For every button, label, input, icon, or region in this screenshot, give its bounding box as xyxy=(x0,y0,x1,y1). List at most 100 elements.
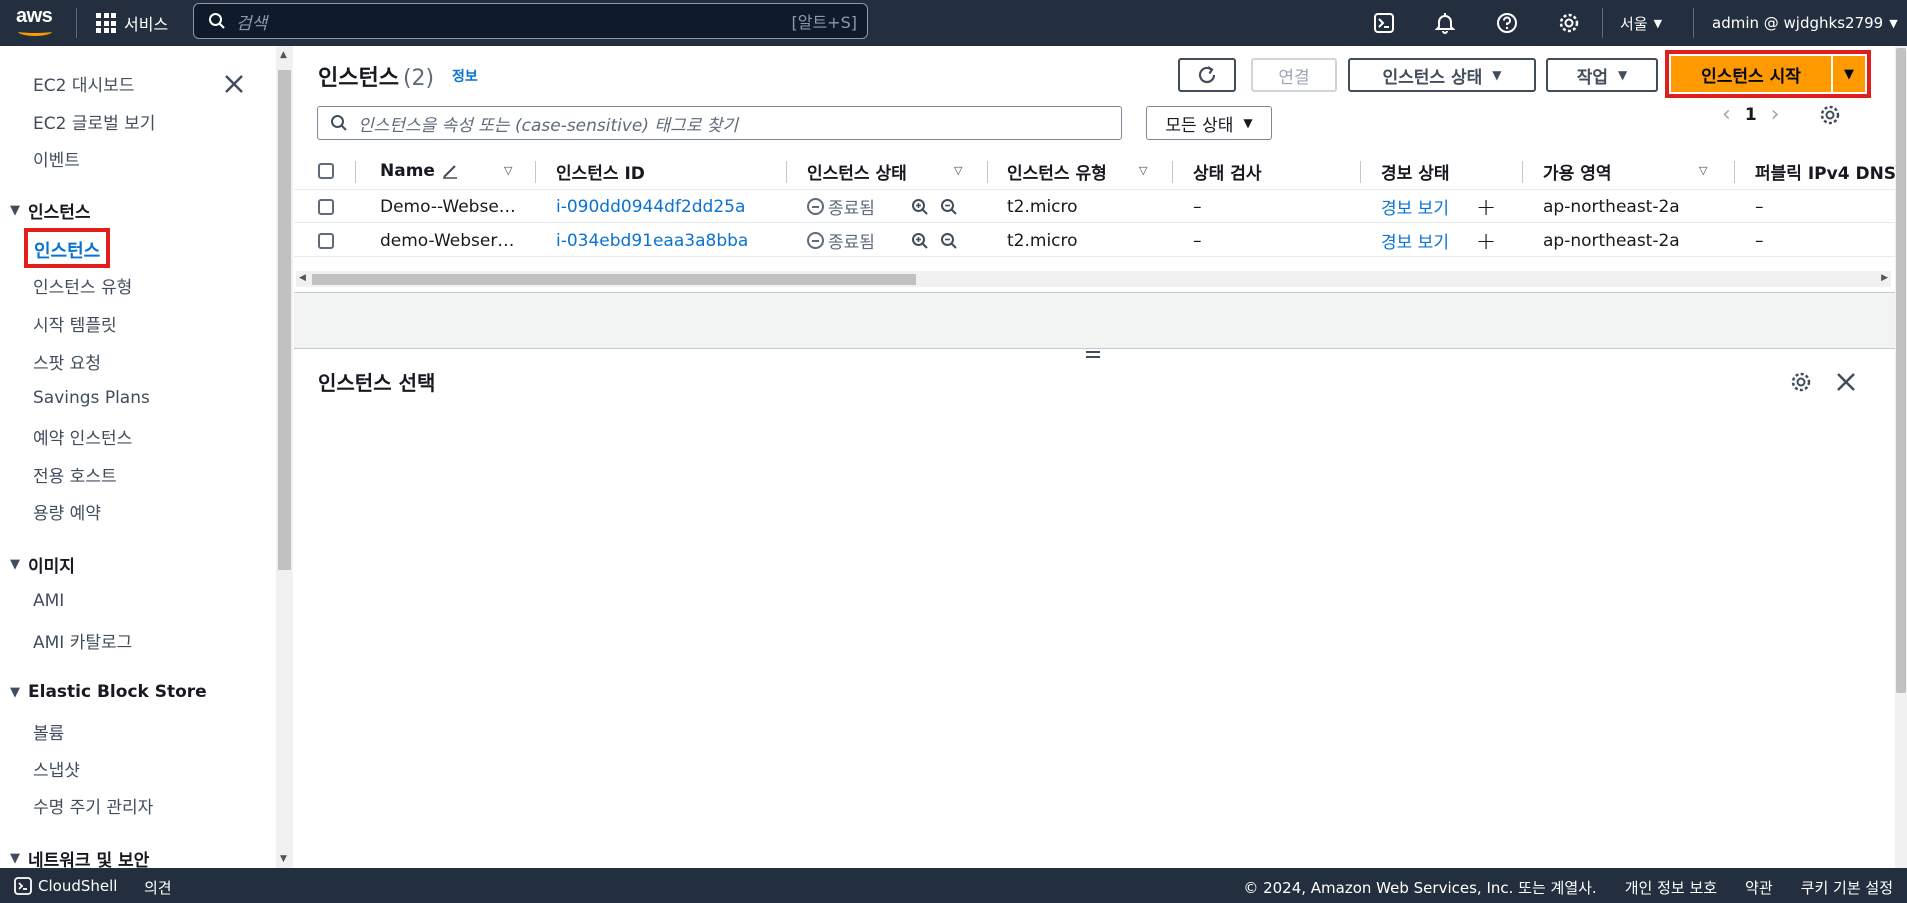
sort-icon[interactable]: ▽ xyxy=(1139,164,1147,177)
refresh-button[interactable] xyxy=(1178,58,1236,92)
table-row[interactable]: demo-Webser… i-034ebd91eaa3a8bba 종료됨 t2.… xyxy=(294,224,1895,257)
privacy-link[interactable]: 개인 정보 보호 xyxy=(1625,877,1717,898)
aws-logo[interactable]: aws xyxy=(16,5,56,37)
sidebar-item-instance-types[interactable]: 인스턴스 유형 xyxy=(33,273,132,298)
sort-icon[interactable]: ▽ xyxy=(954,164,962,177)
actions-label: 작업 xyxy=(1576,67,1609,88)
sidebar-item-volumes[interactable]: 볼륨 xyxy=(33,719,64,744)
cell-instance-id-link[interactable]: i-034ebd91eaa3a8bba xyxy=(556,224,748,257)
cell-view-alarms-link[interactable]: 경보 보기 xyxy=(1381,190,1449,223)
connect-label: 연결 xyxy=(1278,67,1310,88)
zoom-in-icon[interactable] xyxy=(911,224,929,257)
notifications-bell-icon[interactable] xyxy=(1431,9,1459,37)
main-vertical-scrollbar[interactable] xyxy=(1895,46,1907,868)
column-header-public-ipv4-dns[interactable]: 퍼블릭 IPv4 DNS xyxy=(1755,152,1896,190)
instance-state-dropdown[interactable]: 인스턴스 상태 ▼ xyxy=(1348,58,1536,92)
column-label: 경보 상태 xyxy=(1381,163,1450,184)
sidebar-item-snapshots[interactable]: 스냅샷 xyxy=(33,756,80,781)
cell-view-alarms-link[interactable]: 경보 보기 xyxy=(1381,224,1449,257)
connect-button[interactable]: 연결 xyxy=(1251,58,1337,92)
sidebar-item-reserved-instances[interactable]: 예약 인스턴스 xyxy=(33,424,132,449)
cookie-preferences-link[interactable]: 쿠키 기본 설정 xyxy=(1801,877,1893,898)
sidebar-scrollbar[interactable]: ▲ ▼ xyxy=(276,46,293,868)
terms-link[interactable]: 약관 xyxy=(1745,877,1773,898)
caret-down-icon: ▼ xyxy=(1889,16,1898,30)
row-checkbox[interactable] xyxy=(318,224,334,257)
select-all-checkbox[interactable] xyxy=(318,152,334,190)
column-header-alarm-status[interactable]: 경보 상태 xyxy=(1381,152,1449,190)
global-search-input[interactable]: 검색 [알트+S] xyxy=(193,3,868,39)
split-panel-settings-gear-icon[interactable] xyxy=(1790,371,1812,393)
cloudshell-button[interactable]: CloudShell xyxy=(14,868,117,903)
sidebar-item-instances-active[interactable]: 인스턴스 xyxy=(24,228,110,268)
sort-icon[interactable]: ▽ xyxy=(504,164,512,177)
cloudshell-label: CloudShell xyxy=(38,876,118,895)
sort-icon[interactable]: ▽ xyxy=(1699,164,1707,177)
sidebar-item-lifecycle-manager[interactable]: 수명 주기 관리자 xyxy=(33,793,153,818)
state-label: 종료됨 xyxy=(828,233,875,253)
settings-gear-icon[interactable] xyxy=(1555,9,1583,37)
sidebar-item-dedicated-hosts[interactable]: 전용 호스트 xyxy=(33,462,117,487)
sidebar-item-ami-catalog[interactable]: AMI 카탈로그 xyxy=(33,628,132,653)
sidebar-section-images[interactable]: ▼ 이미지 xyxy=(10,552,75,577)
sidebar-item-events[interactable]: 이벤트 xyxy=(33,146,80,171)
launch-instances-group: 인스턴스 시작 ▼ xyxy=(1665,50,1871,98)
preferences-gear-icon[interactable] xyxy=(1819,104,1841,126)
state-label: 종료됨 xyxy=(828,199,875,219)
help-icon[interactable] xyxy=(1493,9,1521,37)
table-row[interactable]: Demo--Webse… i-090dd0944df2dd25a 종료됨 t2.… xyxy=(294,190,1895,223)
sidebar-section-label: Elastic Block Store xyxy=(28,682,207,702)
sidebar-item-spot-requests[interactable]: 스팟 요청 xyxy=(33,349,101,374)
search-shortcut: [알트+S] xyxy=(791,13,858,32)
column-header-status-check[interactable]: 상태 검사 xyxy=(1193,152,1261,190)
services-menu-button[interactable]: 서비스 xyxy=(96,0,168,46)
filter-placeholder: 인스턴스을 속성 또는 (case-sensitive) 태그로 찾기 xyxy=(358,115,739,136)
sidebar-navigation: EC2 대시보드 EC2 글로벌 보기 이벤트 ▼ 인스턴스 인스턴스 인스턴스… xyxy=(0,46,276,868)
resize-handle-icon[interactable] xyxy=(1086,351,1100,361)
state-filter-dropdown[interactable]: 모든 상태 ▼ xyxy=(1146,106,1272,140)
zoom-in-icon[interactable] xyxy=(911,190,929,223)
sidebar-section-instances[interactable]: ▼ 인스턴스 xyxy=(10,198,91,223)
column-header-availability-zone[interactable]: 가용 영역 xyxy=(1543,152,1611,190)
sidebar-section-network-security[interactable]: ▼ 네트워크 및 보안 xyxy=(10,846,149,868)
column-header-instance-state[interactable]: 인스턴스 상태 xyxy=(807,152,907,190)
sidebar-section-label: 네트워크 및 보안 xyxy=(28,851,150,868)
chevron-left-icon[interactable]: ‹ xyxy=(1722,102,1731,127)
sidebar-item-savings-plans[interactable]: Savings Plans xyxy=(33,388,150,408)
account-label: admin @ wjdghks2799 xyxy=(1712,14,1884,32)
main-content: 인스턴스 (2) 정보 연결 인스턴스 상태 ▼ 작업 ▼ 인스턴스 시작 ▼ 인… xyxy=(294,46,1896,868)
caret-down-icon: ▼ xyxy=(1618,68,1628,82)
split-panel-close-icon[interactable] xyxy=(1835,371,1857,393)
feedback-link[interactable]: 의견 xyxy=(144,877,172,898)
add-alarm-plus-icon[interactable]: + xyxy=(1476,190,1496,223)
table-horizontal-scrollbar[interactable]: ◀ ▶ xyxy=(296,271,1891,287)
cell-availability-zone: ap-northeast-2a xyxy=(1543,230,1680,251)
sidebar-item-capacity-reservations[interactable]: 용량 예약 xyxy=(33,499,101,524)
cell-name: Demo--Webse… xyxy=(380,196,516,217)
sidebar-item-ec2-dashboard[interactable]: EC2 대시보드 xyxy=(33,71,134,96)
sidebar-item-ec2-global-view[interactable]: EC2 글로벌 보기 xyxy=(33,109,155,134)
cloudshell-icon[interactable] xyxy=(1370,9,1398,37)
page-number[interactable]: 1 xyxy=(1745,105,1757,125)
sidebar-item-launch-templates[interactable]: 시작 템플릿 xyxy=(33,311,117,336)
info-link[interactable]: 정보 xyxy=(452,66,478,86)
region-selector[interactable]: 서울 ▼ xyxy=(1620,0,1662,46)
column-header-instance-id[interactable]: 인스턴스 ID xyxy=(556,152,645,190)
cell-instance-id-link[interactable]: i-090dd0944df2dd25a xyxy=(556,190,745,223)
column-header-name[interactable]: Name xyxy=(380,152,459,190)
account-menu[interactable]: admin @ wjdghks2799 ▼ xyxy=(1712,0,1898,46)
instances-filter-input[interactable]: 인스턴스을 속성 또는 (case-sensitive) 태그로 찾기 xyxy=(317,106,1122,140)
sidebar-close-icon[interactable] xyxy=(222,72,250,100)
sidebar-item-ami[interactable]: AMI xyxy=(33,591,64,611)
row-checkbox[interactable] xyxy=(318,190,334,223)
column-header-instance-type[interactable]: 인스턴스 유형 xyxy=(1007,152,1107,190)
launch-instances-button[interactable]: 인스턴스 시작 xyxy=(1671,56,1831,92)
add-alarm-plus-icon[interactable]: + xyxy=(1476,224,1496,257)
sidebar-section-ebs[interactable]: ▼ Elastic Block Store xyxy=(10,682,207,702)
zoom-out-icon[interactable] xyxy=(940,224,958,257)
column-label: 상태 검사 xyxy=(1193,163,1262,184)
actions-dropdown[interactable]: 작업 ▼ xyxy=(1546,58,1658,92)
launch-instances-dropdown[interactable]: ▼ xyxy=(1833,56,1865,92)
chevron-right-icon[interactable]: › xyxy=(1771,102,1780,127)
zoom-out-icon[interactable] xyxy=(940,190,958,223)
